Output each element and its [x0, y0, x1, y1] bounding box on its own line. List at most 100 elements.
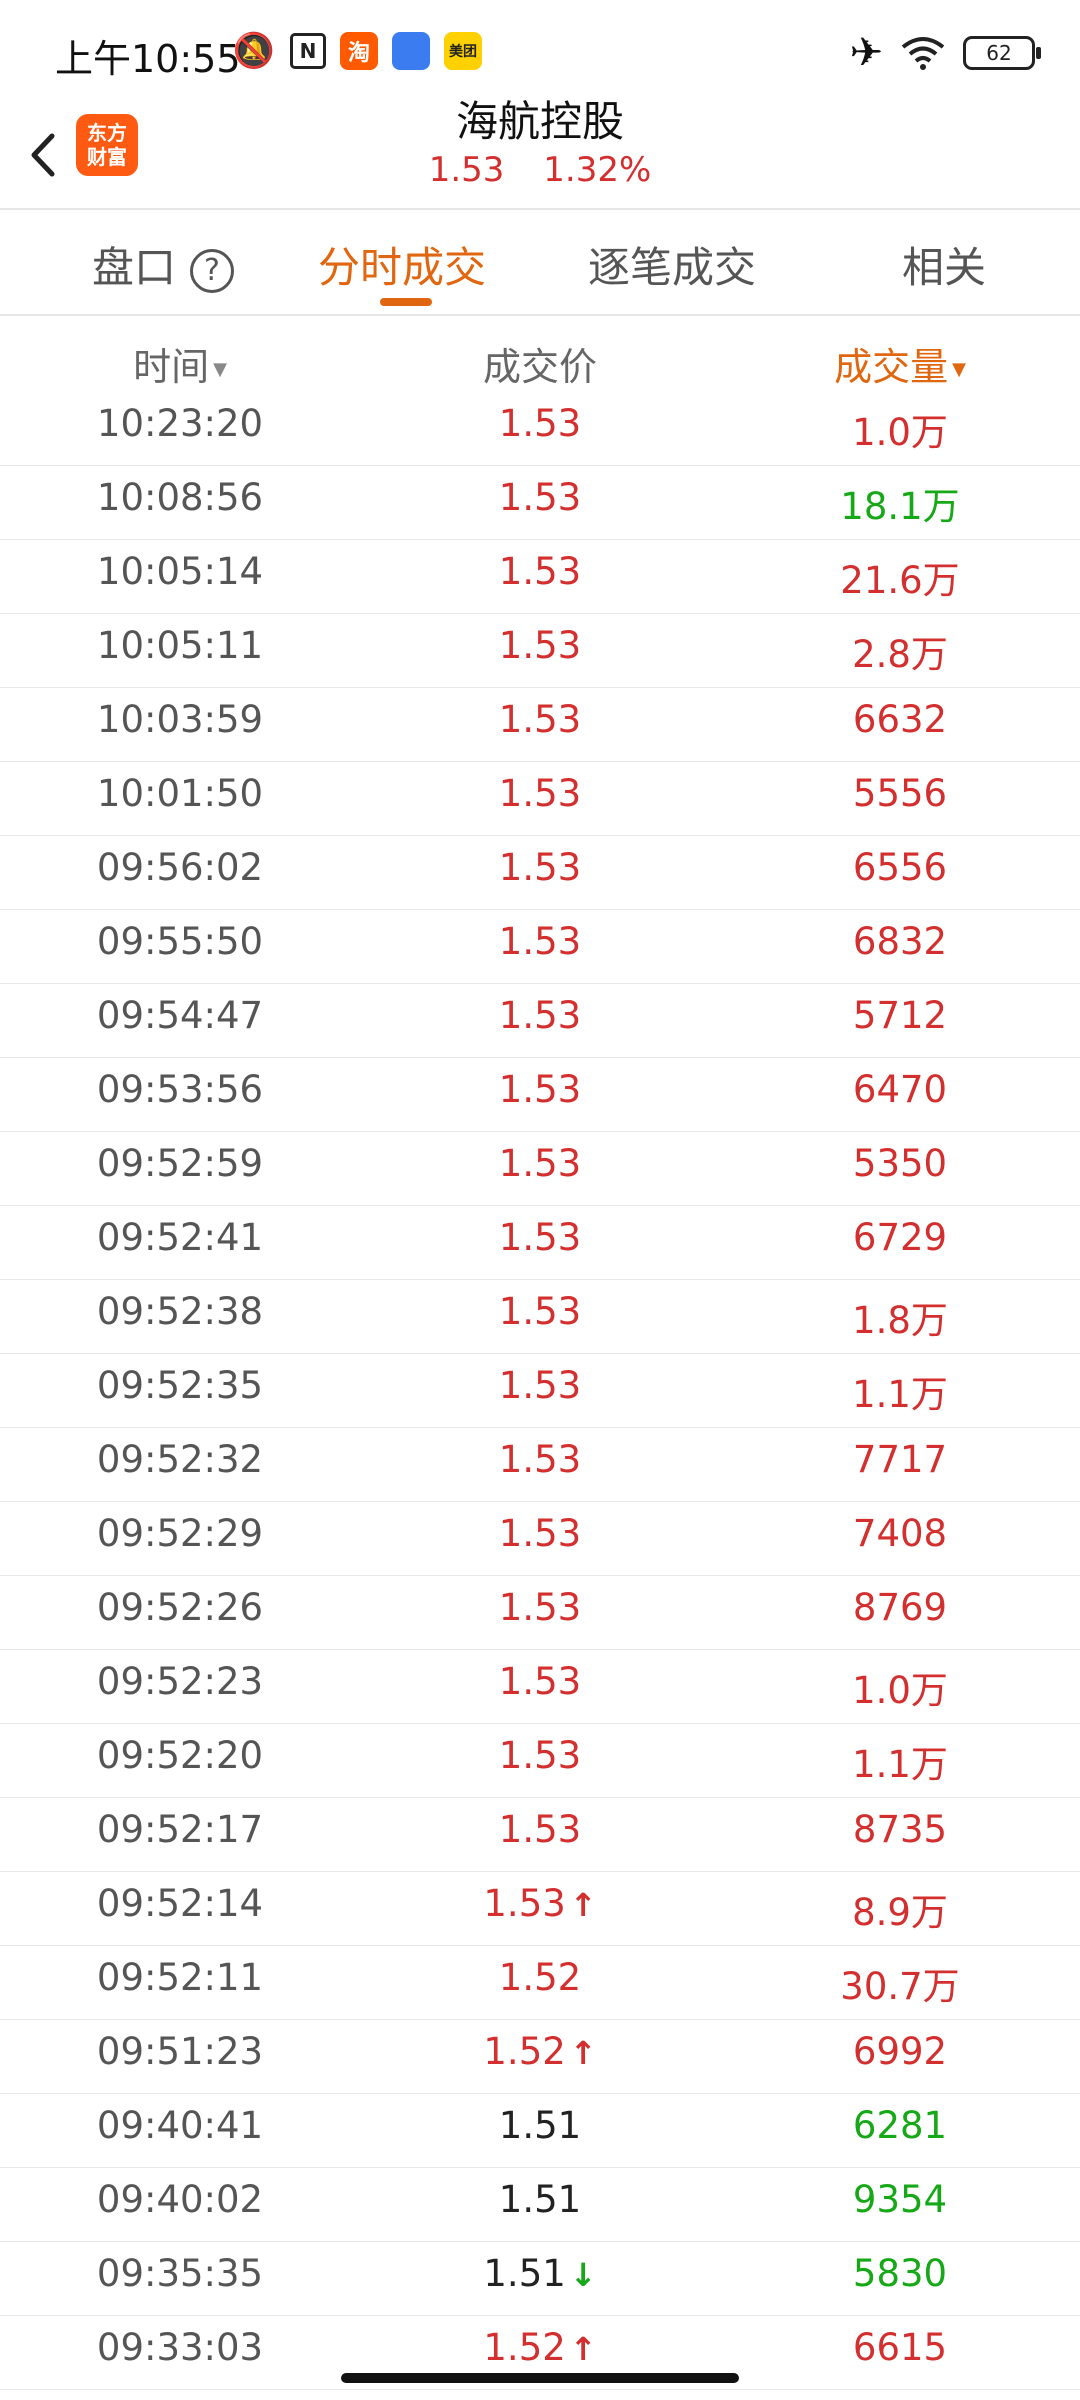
trade-volume: 8.9万 — [852, 1891, 948, 1934]
trade-price: 1.53 — [498, 1808, 582, 1851]
trade-price: 1.53 — [483, 1882, 566, 1925]
stock-name: 海航控股 — [455, 97, 624, 146]
trade-time: 09:40:02 — [96, 2178, 264, 2221]
stock-price: 1.53 — [428, 150, 505, 190]
trade-time: 09:52:32 — [96, 1438, 264, 1481]
stock-quote: 1.53 1.32% — [0, 150, 1080, 190]
trade-volume: 6470 — [852, 1068, 948, 1111]
table-row: 09:52:29 1.53 7408 — [0, 1502, 1080, 1576]
table-row: 09:52:23 1.53 1.0万 — [0, 1650, 1080, 1724]
trade-time: 09:40:41 — [96, 2104, 264, 2147]
trade-volume: 1.1万 — [852, 1373, 948, 1416]
table-row: 09:52:41 1.53 6729 — [0, 1206, 1080, 1280]
column-header-price: 成交价 — [482, 345, 597, 389]
trade-price: 1.53 — [498, 1438, 582, 1481]
trade-price-cell: 1.53 — [360, 920, 720, 963]
table-row: 09:51:23 1.52 ↑ 6992 — [0, 2020, 1080, 2094]
trade-time: 09:52:38 — [96, 1290, 264, 1333]
trade-volume: 1.8万 — [852, 1299, 948, 1342]
trade-volume: 6556 — [852, 846, 948, 889]
trade-time: 09:51:23 — [96, 2030, 264, 2073]
trade-price-cell: 1.53 ↑ — [360, 1882, 720, 1925]
table-row: 09:55:50 1.53 6832 — [0, 910, 1080, 984]
nfc-icon: N — [290, 33, 326, 69]
home-indicator[interactable] — [341, 2373, 739, 2383]
trade-price-cell: 1.53 — [360, 1512, 720, 1555]
tab-order-book[interactable]: 盘口? — [92, 234, 235, 295]
trade-volume: 5830 — [852, 2252, 948, 2295]
trade-volume: 1.0万 — [852, 411, 948, 454]
table-row: 09:52:14 1.53 ↑ 8.9万 — [0, 1872, 1080, 1946]
trade-time: 09:52:29 — [96, 1512, 264, 1555]
table-row: 09:52:11 1.52 30.7万 — [0, 1946, 1080, 2020]
trade-time: 09:54:47 — [96, 994, 264, 1037]
trade-volume: 8735 — [852, 1808, 948, 1851]
table-row: 09:52:17 1.53 8735 — [0, 1798, 1080, 1872]
tab-bar: 盘口? 分时成交 逐笔成交 相关 — [0, 208, 1080, 316]
table-row: 09:52:59 1.53 5350 — [0, 1132, 1080, 1206]
stock-header: 东方 财富 海航控股 1.53 1.32% — [0, 97, 1080, 210]
trade-price: 1.53 — [498, 994, 582, 1037]
trade-volume: 2.8万 — [852, 633, 948, 676]
trade-price-cell: 1.53 — [360, 476, 720, 519]
trade-price-cell: 1.52 ↑ — [360, 2326, 720, 2369]
column-header-volume[interactable]: 成交量 ▼ — [720, 336, 1080, 391]
trade-price-cell: 1.51 — [360, 2104, 720, 2147]
table-row: 10:03:59 1.53 6632 — [0, 688, 1080, 762]
column-header-time-label: 时间 — [133, 345, 210, 389]
column-header-time[interactable]: 时间 ▼ — [0, 336, 360, 391]
tab-tick-trades[interactable]: 逐笔成交 — [588, 234, 756, 295]
trade-time: 10:08:56 — [96, 476, 264, 519]
trade-volume: 6281 — [852, 2104, 948, 2147]
trade-time: 09:52:20 — [96, 1734, 264, 1777]
trade-price: 1.53 — [498, 1290, 582, 1333]
arrow-down-icon: ↓ — [569, 2256, 597, 2294]
trade-price-cell: 1.53 — [360, 1142, 720, 1185]
help-icon[interactable]: ? — [190, 248, 235, 293]
trade-time: 09:55:50 — [96, 920, 264, 963]
trade-volume: 9354 — [852, 2178, 948, 2221]
sort-caret-icon: ▼ — [213, 359, 227, 380]
trade-volume: 5350 — [852, 1142, 948, 1185]
trade-time: 09:52:35 — [96, 1364, 264, 1407]
trade-time: 10:23:20 — [96, 402, 264, 445]
trade-price-cell: 1.53 — [360, 1734, 720, 1777]
table-row: 10:05:14 1.53 21.6万 — [0, 540, 1080, 614]
trade-price: 1.53 — [498, 402, 582, 445]
trade-volume: 8769 — [852, 1586, 948, 1629]
trade-price: 1.53 — [498, 1364, 582, 1407]
trade-time: 10:03:59 — [96, 698, 264, 741]
trade-list[interactable]: 10:23:20 1.53 1.0万 10:08:56 1.53 18.1万 10:05:1… — [0, 392, 1080, 2390]
trade-price: 1.53 — [498, 550, 582, 593]
trade-time: 10:05:11 — [96, 624, 264, 667]
wifi-icon — [901, 37, 945, 70]
meituan-app-icon: 美团 — [444, 32, 482, 70]
trade-volume: 6615 — [852, 2326, 948, 2369]
trade-price-cell: 1.53 — [360, 1216, 720, 1259]
trade-price: 1.51 — [483, 2252, 566, 2295]
trade-volume: 18.1万 — [840, 485, 960, 528]
trade-price-cell: 1.53 — [360, 772, 720, 815]
tab-related[interactable]: 相关 — [902, 234, 986, 295]
wallet-app-icon — [392, 32, 430, 70]
trade-price: 1.53 — [498, 1512, 582, 1555]
sort-caret-icon: ▼ — [952, 359, 966, 380]
trade-time: 09:53:56 — [96, 1068, 264, 1111]
trade-price-cell: 1.52 — [360, 1956, 720, 1999]
trade-price: 1.53 — [498, 1660, 582, 1703]
trade-price-cell: 1.53 — [360, 1438, 720, 1481]
trade-volume: 7717 — [852, 1438, 948, 1481]
table-row: 09:52:20 1.53 1.1万 — [0, 1724, 1080, 1798]
system-icons: ✈ 62 — [849, 30, 1041, 76]
trade-time: 10:01:50 — [96, 772, 264, 815]
table-row: 09:52:35 1.53 1.1万 — [0, 1354, 1080, 1428]
table-row: 10:08:56 1.53 18.1万 — [0, 466, 1080, 540]
tab-time-trades[interactable]: 分时成交 — [318, 234, 486, 295]
trade-price: 1.53 — [498, 1142, 582, 1185]
trade-time: 09:52:59 — [96, 1142, 264, 1185]
trade-time: 10:05:14 — [96, 550, 264, 593]
table-row: 09:40:41 1.51 6281 — [0, 2094, 1080, 2168]
trade-volume: 6992 — [852, 2030, 948, 2073]
trade-price-cell: 1.53 — [360, 846, 720, 889]
trade-volume: 7408 — [852, 1512, 948, 1555]
